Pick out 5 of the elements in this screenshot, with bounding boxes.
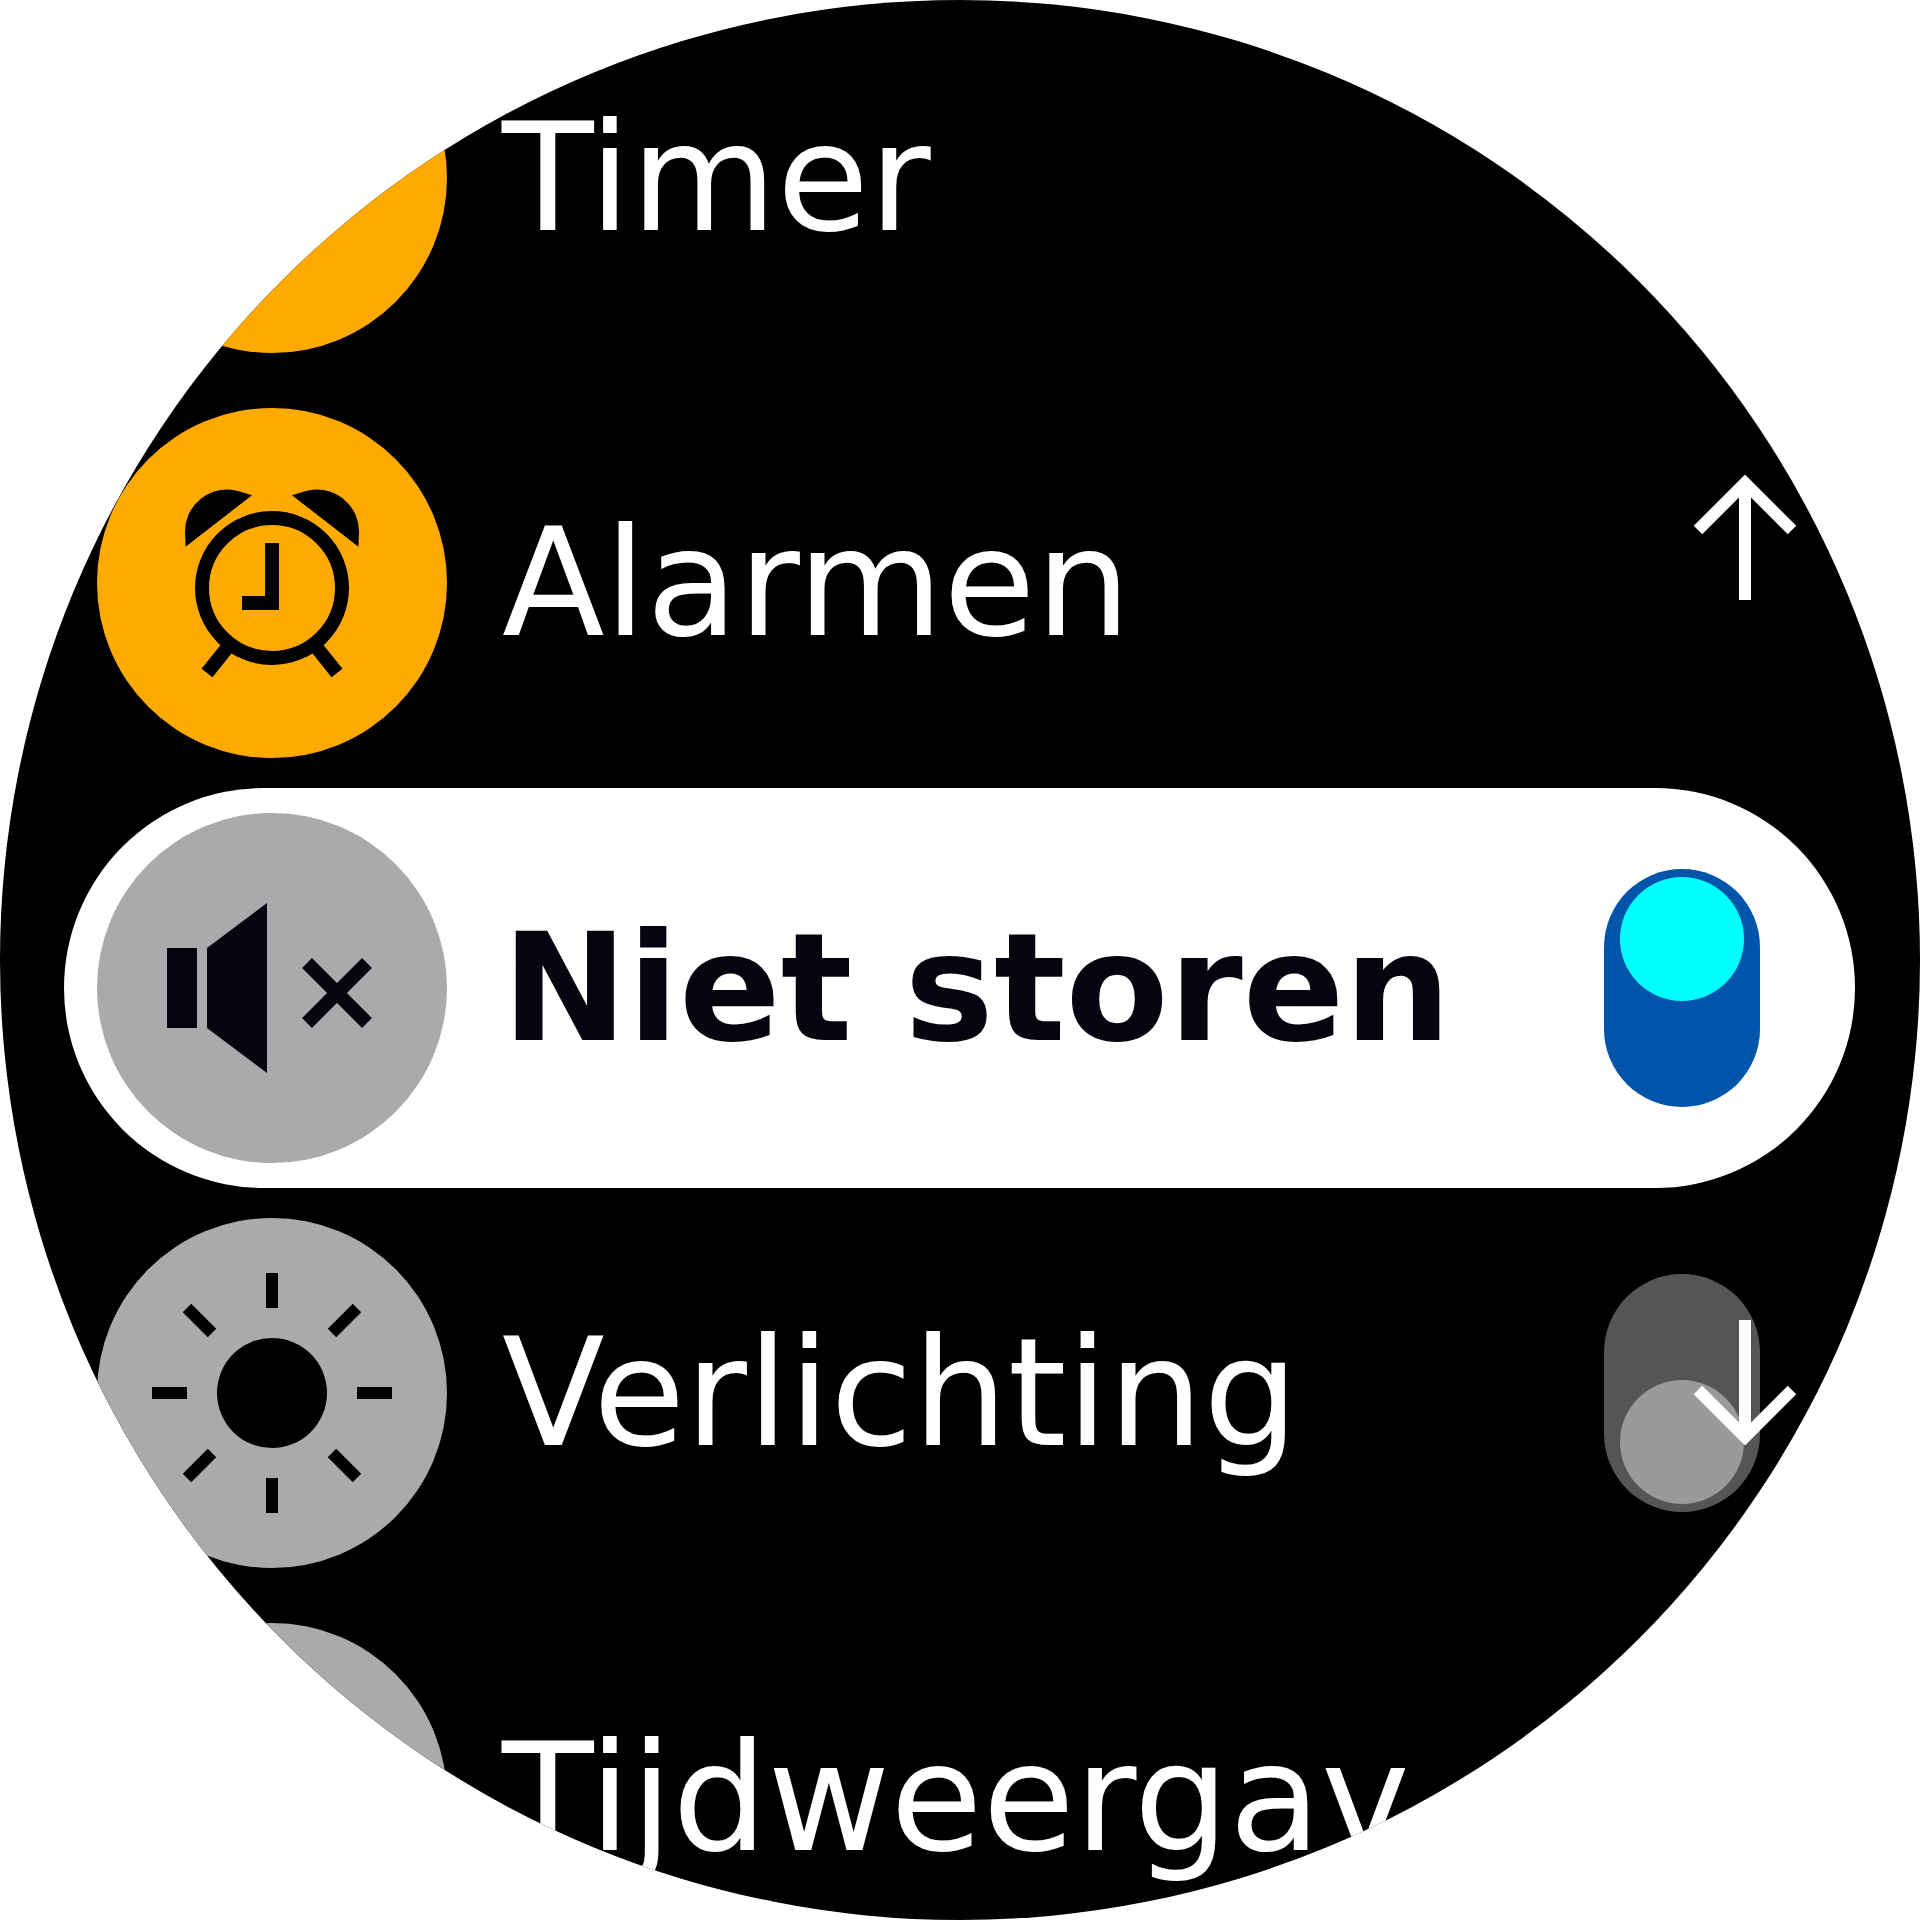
menu-item[interactable]: Alarmen xyxy=(64,382,1855,783)
menu-item[interactable]: Timer xyxy=(64,0,1855,378)
menu-item[interactable]: Verlichting xyxy=(64,1192,1855,1593)
sun-icon xyxy=(152,1272,392,1513)
menu-item[interactable]: Niet storen xyxy=(64,787,1855,1188)
